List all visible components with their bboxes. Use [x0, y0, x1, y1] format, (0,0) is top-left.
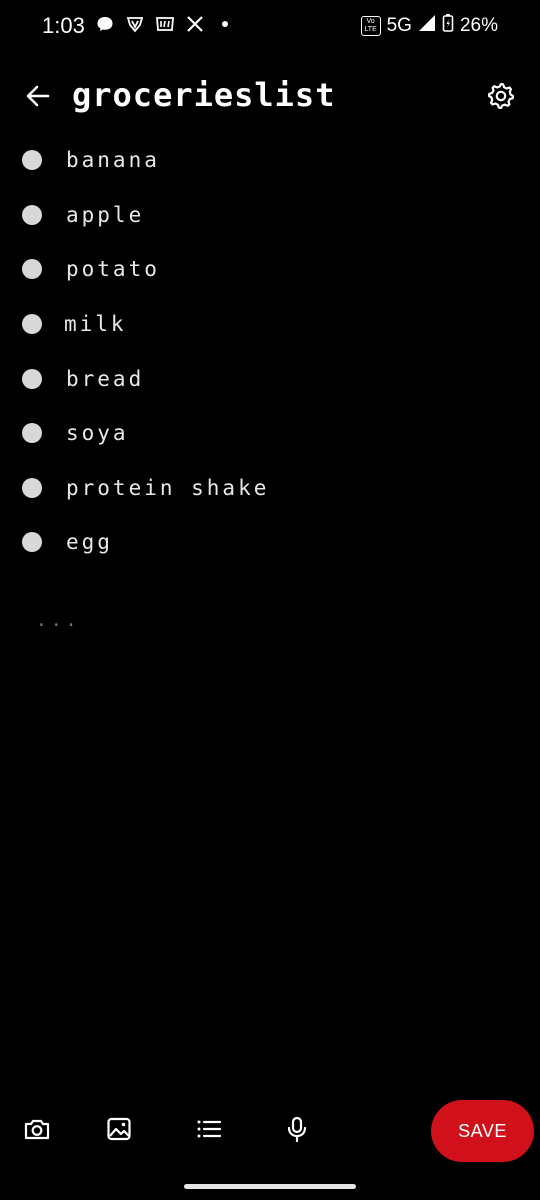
list-item-label[interactable]: milk [64, 312, 127, 336]
save-button[interactable]: SAVE [431, 1100, 534, 1162]
battery-percent: 26% [459, 15, 498, 36]
home-indicator[interactable] [184, 1184, 356, 1189]
more-indicator[interactable]: ... [36, 610, 81, 631]
dot-icon [215, 14, 235, 34]
list-item-label[interactable]: protein shake [66, 476, 269, 500]
bullet-icon [22, 368, 42, 389]
signal-icon [418, 14, 436, 38]
list-item[interactable]: bread [0, 351, 540, 406]
bottom-toolbar: SAVE [0, 1098, 540, 1164]
status-bar: 1:03 Vo LTE 5G 26% [0, 0, 540, 54]
bullet-icon [22, 477, 42, 498]
list-item-label[interactable]: bread [66, 367, 144, 391]
note-title[interactable]: grocerieslist [72, 76, 335, 114]
system-status: Vo LTE 5G 26% [360, 13, 498, 39]
list-item[interactable]: potato [0, 242, 540, 297]
gear-icon [487, 81, 515, 113]
status-time: 1:03 [42, 13, 85, 38]
chat-bubble-icon [95, 14, 115, 34]
notification-icons [95, 14, 235, 34]
battery-icon [442, 13, 454, 39]
shield-v-icon [125, 14, 145, 34]
list-item[interactable]: milk [0, 297, 540, 352]
microphone-button[interactable] [282, 1116, 312, 1146]
camera-icon [23, 1115, 51, 1147]
list-button[interactable] [194, 1116, 224, 1146]
image-icon [105, 1115, 133, 1147]
list-item-label[interactable]: soya [66, 421, 129, 445]
bullet-icon [22, 204, 42, 225]
list-item-label[interactable]: potato [66, 257, 160, 281]
list-icon [195, 1115, 223, 1147]
bullet-icon [22, 532, 42, 553]
list-item-label[interactable]: egg [66, 530, 113, 554]
image-button[interactable] [104, 1116, 134, 1146]
back-button[interactable] [22, 82, 54, 114]
volte-badge: Vo LTE [360, 16, 381, 36]
settings-button[interactable] [486, 82, 516, 112]
list-item-label[interactable]: apple [66, 203, 144, 227]
list-item[interactable]: egg [0, 515, 540, 570]
list-item[interactable]: protein shake [0, 461, 540, 516]
app-icon [155, 14, 175, 34]
list-item-label[interactable]: banana [66, 148, 160, 172]
list-item[interactable]: apple [0, 188, 540, 243]
list-item[interactable]: banana [0, 133, 540, 188]
list-item[interactable]: soya [0, 406, 540, 461]
header: grocerieslist [0, 70, 540, 124]
bullet-icon [22, 150, 42, 171]
bullet-icon [22, 423, 42, 444]
camera-button[interactable] [22, 1116, 52, 1146]
arrow-left-icon [24, 82, 52, 114]
network-label: 5G [386, 15, 412, 36]
microphone-icon [283, 1115, 311, 1147]
bullet-icon [22, 259, 42, 280]
checklist: banana apple potato milk bread soya prot… [0, 133, 540, 570]
x-icon [185, 14, 205, 34]
bullet-icon [22, 314, 42, 335]
